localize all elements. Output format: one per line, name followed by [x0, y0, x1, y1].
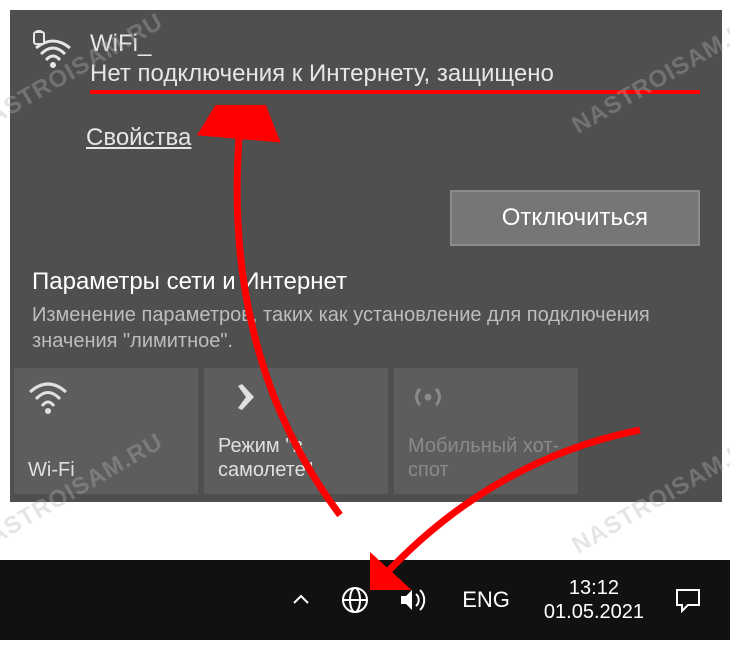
network-flyout: WiFi_ Нет подключения к Интернету, защищ… — [10, 10, 722, 502]
settings-description: Изменение параметров, таких как установл… — [32, 302, 700, 354]
wifi-secured-icon — [32, 30, 74, 72]
current-network-block: WiFi_ Нет подключения к Интернету, защищ… — [10, 10, 722, 260]
tile-airplane-mode[interactable]: Режим "в самолете" — [204, 368, 388, 494]
settings-title: Параметры сети и Интернет — [32, 268, 700, 296]
tile-airplane-label: Режим "в самолете" — [218, 434, 374, 482]
wifi-icon — [28, 380, 184, 420]
disconnect-row: Отключиться — [32, 190, 700, 246]
tray-overflow-chevron[interactable] — [276, 560, 326, 640]
annotation-underline — [90, 90, 700, 94]
clock[interactable]: 13:12 01.05.2021 — [528, 576, 660, 624]
network-header: WiFi_ Нет подключения к Интернету, защищ… — [32, 30, 700, 94]
airplane-icon — [218, 380, 374, 420]
clock-time: 13:12 — [544, 576, 644, 600]
clock-date: 01.05.2021 — [544, 600, 644, 624]
tile-wifi-label: Wi-Fi — [28, 458, 184, 482]
network-ssid: WiFi_ — [90, 30, 700, 58]
taskbar: ENG 13:12 01.05.2021 — [0, 560, 730, 640]
tile-hotspot-label: Мобильный хот-спот — [408, 434, 564, 482]
action-center-icon[interactable] — [660, 560, 716, 640]
tile-wifi[interactable]: Wi-Fi — [14, 368, 198, 494]
network-status: Нет подключения к Интернету, защищено — [90, 60, 700, 88]
language-indicator[interactable]: ENG — [444, 587, 528, 613]
properties-link[interactable]: Свойства — [86, 124, 191, 152]
quick-action-tiles: Wi-Fi Режим "в самолете" Мобильный хот-с… — [10, 364, 722, 502]
network-globe-icon[interactable] — [326, 560, 384, 640]
disconnect-button[interactable]: Отключиться — [450, 190, 700, 246]
volume-icon[interactable] — [384, 560, 444, 640]
network-text: WiFi_ Нет подключения к Интернету, защищ… — [90, 30, 700, 94]
hotspot-icon — [408, 380, 564, 420]
tile-mobile-hotspot[interactable]: Мобильный хот-спот — [394, 368, 578, 494]
network-settings-header[interactable]: Параметры сети и Интернет Изменение пара… — [10, 260, 722, 364]
